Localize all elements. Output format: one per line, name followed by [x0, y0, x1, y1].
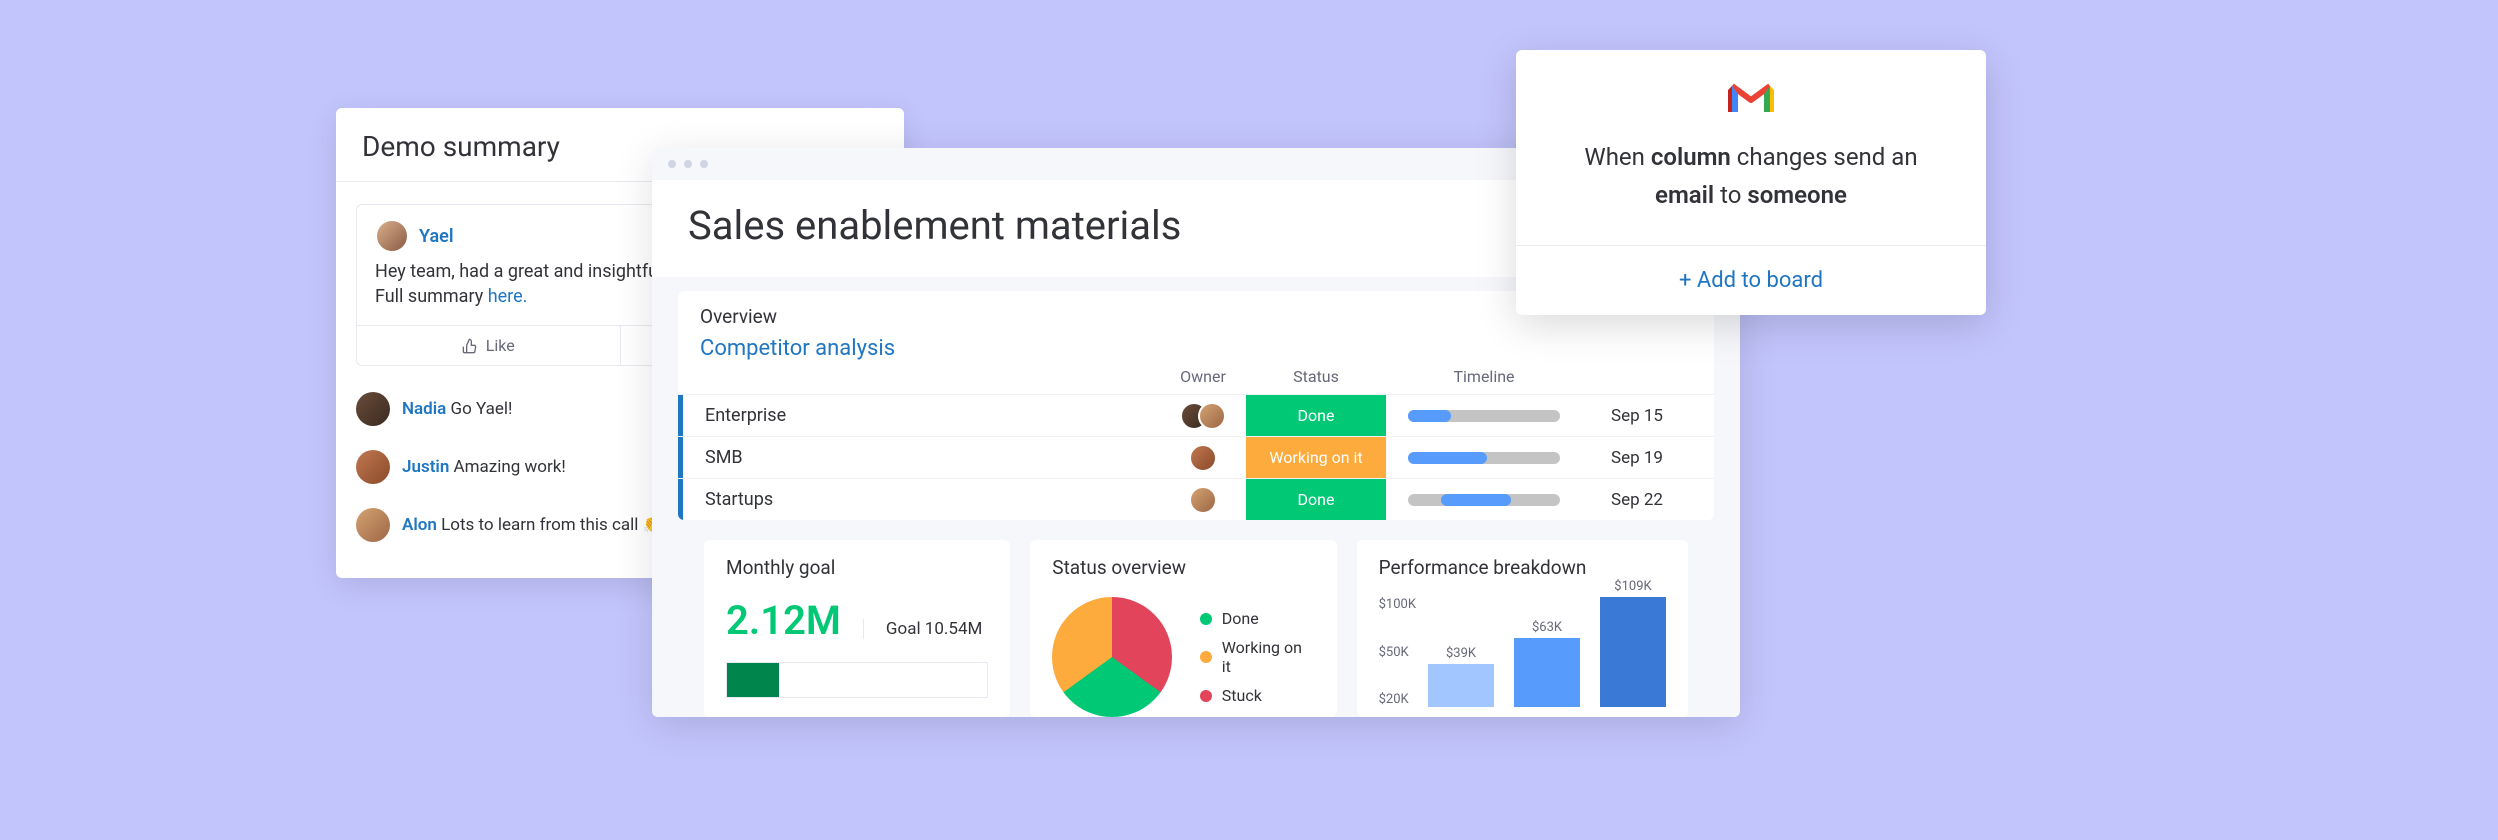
status-pill[interactable]: Done	[1246, 395, 1386, 436]
avatar	[356, 450, 390, 484]
post-link[interactable]: here.	[488, 286, 528, 307]
goal-value: 2.12M	[726, 597, 841, 644]
widget-title: Monthly goal	[726, 556, 988, 579]
like-button[interactable]: Like	[357, 326, 620, 365]
table-header: Owner Status Timeline	[678, 367, 1714, 394]
comment-text: Amazing work!	[449, 457, 565, 477]
comment-author[interactable]: Justin	[402, 457, 449, 477]
table-row[interactable]: Startups Done Sep 22	[678, 478, 1714, 520]
widget-title: Performance breakdown	[1379, 556, 1666, 579]
table-row[interactable]: SMB Working on it Sep 19	[678, 436, 1714, 478]
monthly-goal-widget: Monthly goal 2.12M Goal 10.54M	[704, 540, 1010, 717]
performance-widget: Performance breakdown $100K $50K $20K $3…	[1357, 540, 1688, 717]
table-row[interactable]: Enterprise Done Sep 15	[678, 394, 1714, 436]
legend-item: Working on it	[1200, 638, 1315, 676]
date-cell: Sep 15	[1582, 406, 1692, 426]
token-column[interactable]: column	[1651, 143, 1731, 171]
goal-target: Goal 10.54M	[863, 619, 982, 639]
date-cell: Sep 19	[1582, 448, 1692, 468]
widget-title: Status overview	[1052, 556, 1314, 579]
thumbs-up-icon	[462, 338, 478, 354]
timeline-bar[interactable]	[1408, 410, 1560, 422]
timeline-bar[interactable]	[1408, 452, 1560, 464]
overview-sheet: Overview Competitor analysis Owner Statu…	[678, 291, 1714, 520]
status-pill[interactable]: Working on it	[1246, 437, 1386, 478]
status-pill[interactable]: Done	[1246, 479, 1386, 520]
comment-author[interactable]: Alon	[402, 515, 437, 535]
pie-chart	[1052, 597, 1171, 717]
token-email[interactable]: email	[1655, 181, 1714, 209]
bar: $109K	[1600, 597, 1666, 707]
gmail-icon	[1516, 50, 1986, 138]
status-overview-widget: Status overview Done Working on it Stuck	[1030, 540, 1336, 717]
bar: $39K	[1428, 664, 1494, 707]
col-owner: Owner	[1168, 367, 1238, 386]
date-cell: Sep 22	[1582, 490, 1692, 510]
automation-card: When column changes send an email to som…	[1516, 50, 1986, 315]
avatar	[356, 392, 390, 426]
comment-text: Lots to learn from this call 👏👏	[437, 515, 685, 535]
bar-chart: $39K $63K $109K	[1428, 597, 1666, 707]
owner-cell[interactable]	[1168, 444, 1238, 472]
col-timeline: Timeline	[1394, 367, 1574, 386]
col-status: Status	[1246, 367, 1386, 386]
row-name: SMB	[678, 437, 1160, 478]
owner-cell[interactable]	[1168, 486, 1238, 514]
row-name: Enterprise	[678, 395, 1160, 436]
add-to-board-button[interactable]: + Add to board	[1516, 245, 1986, 315]
legend-item: Stuck	[1200, 686, 1315, 705]
legend-item: Done	[1200, 609, 1315, 628]
token-someone[interactable]: someone	[1747, 181, 1847, 209]
owner-cell[interactable]	[1168, 402, 1238, 430]
goal-progress-bar	[726, 662, 988, 698]
y-axis: $100K $50K $20K	[1379, 597, 1416, 707]
comment-text: Go Yael!	[446, 399, 512, 419]
avatar	[375, 219, 409, 253]
avatar	[356, 508, 390, 542]
post-author[interactable]: Yael	[419, 226, 454, 247]
automation-sentence: When column changes send an email to som…	[1516, 138, 1986, 245]
comment-author[interactable]: Nadia	[402, 399, 446, 419]
row-name: Startups	[678, 479, 1160, 520]
group-title[interactable]: Competitor analysis	[678, 336, 1714, 367]
bar: $63K	[1514, 638, 1580, 707]
timeline-bar[interactable]	[1408, 494, 1560, 506]
like-label: Like	[486, 336, 515, 355]
pie-legend: Done Working on it Stuck	[1200, 609, 1315, 705]
